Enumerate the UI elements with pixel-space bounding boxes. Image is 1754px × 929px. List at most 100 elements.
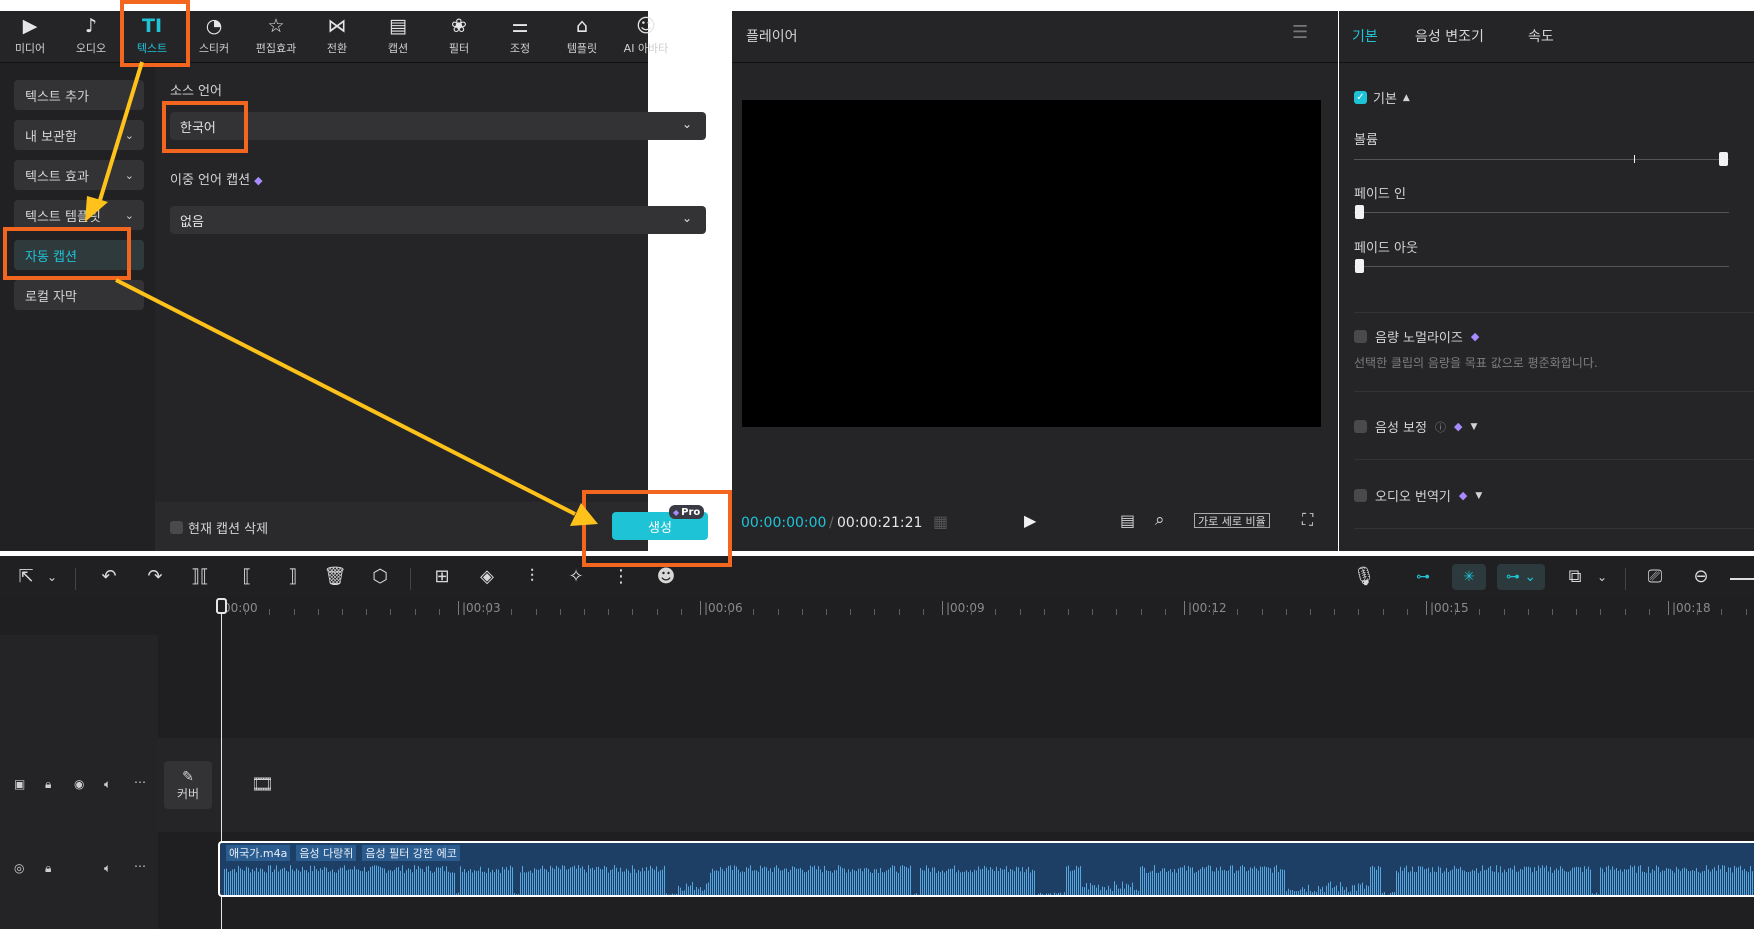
toolbar-template-button[interactable]: ⌂ 템플릿 [552, 16, 612, 56]
split-left-icon[interactable]: ⟦ [235, 566, 259, 587]
ruler-tick [390, 609, 392, 615]
ruler-tick [1382, 609, 1384, 615]
sidebar-item[interactable]: 텍스트 템플릿 ⌄ [14, 200, 144, 230]
template-icon: ⌂ [575, 15, 589, 37]
fade-out-slider-knob[interactable] [1355, 259, 1364, 273]
auto-snap-button[interactable]: ✳ [1452, 564, 1486, 590]
split-icon[interactable]: ⟧⟦ [188, 566, 212, 587]
toolbar-filter-button[interactable]: ❀ 필터 [429, 16, 489, 56]
waveform-bar [1622, 871, 1623, 895]
cover-button[interactable]: ✎ 커버 [164, 761, 212, 809]
play-icon[interactable]: ▶ [1024, 511, 1036, 530]
fullscreen-icon[interactable]: ⛶ [1302, 510, 1313, 530]
grid-icon[interactable]: ▦ [933, 512, 948, 531]
zoom-out-icon[interactable]: ⊖ [1689, 566, 1713, 587]
waveform-bar [1578, 867, 1579, 895]
waveform-bar [1254, 866, 1255, 895]
smart-cut-icon[interactable]: ◈ [475, 566, 499, 587]
chevron-down-icon[interactable]: ⌄ [40, 570, 64, 584]
delete-icon[interactable]: 🗑 [323, 566, 347, 587]
more-icon[interactable]: ⋯ [134, 775, 146, 789]
waveform-bar [872, 872, 873, 895]
delete-caption-option[interactable]: 현재 캡션 삭제 [170, 518, 268, 537]
toolbar-caption-button[interactable]: ▤ 캡션 [368, 16, 428, 56]
magic-tool-icon[interactable]: ✧ [564, 566, 588, 587]
fade-in-slider-knob[interactable] [1355, 205, 1364, 219]
lock-icon[interactable]: 🔒︎ [45, 777, 51, 792]
speaker-icon[interactable]: 🔈︎ [104, 861, 111, 876]
audio-split-icon[interactable]: ⋮ [609, 566, 633, 587]
waveform-bar [1636, 872, 1637, 895]
help-icon[interactable]: ⓘ [1435, 419, 1446, 435]
sidebar-item[interactable]: 텍스트 추가 [14, 80, 144, 110]
waveform-bar [314, 865, 315, 895]
checkbox[interactable] [1354, 330, 1367, 343]
auto-caption-icon[interactable]: ⊞ [430, 566, 454, 587]
source-language-select[interactable]: 한국어 ⌄ [170, 112, 706, 140]
sidebar-item[interactable]: 로컬 자막 [14, 280, 144, 310]
checkbox[interactable] [170, 521, 183, 534]
waveform-bar [500, 872, 501, 895]
waveform-bar [758, 871, 759, 895]
toolbar-ai-avatar-button[interactable]: ☺ AI 아바타 [616, 16, 676, 56]
volume-slider-knob[interactable] [1719, 152, 1728, 166]
subtitle-icon[interactable]: ▤ [1120, 511, 1135, 530]
split-right-icon[interactable]: ⟧ [281, 566, 305, 587]
basic-section-toggle[interactable]: ✓ 기본 ▲ [1354, 88, 1410, 107]
checkbox[interactable] [1354, 489, 1367, 502]
equalizer-icon[interactable]: ⫶ [520, 566, 544, 587]
waveform-bar [1044, 894, 1045, 895]
caret-down-icon[interactable]: ▼ [1475, 491, 1482, 501]
waveform-bar [1058, 892, 1059, 895]
zoom-icon[interactable]: ⌕ [1155, 510, 1165, 530]
caret-down-icon[interactable]: ▼ [1470, 422, 1477, 432]
avatar-caption-icon[interactable]: ☻ [654, 566, 678, 587]
lock-icon[interactable]: 🔒︎ [45, 861, 51, 876]
tab[interactable]: 속도 [1528, 26, 1554, 46]
chevron-down-icon[interactable]: ⌄ [1590, 570, 1614, 584]
normalize-option[interactable]: 음량 노멀라이즈 ◆ [1354, 327, 1479, 346]
waveform-bar [1012, 869, 1013, 895]
waveform-bar [1138, 890, 1139, 895]
caption-preview-icon[interactable]: ⎚ [1643, 566, 1667, 587]
audio-clip[interactable]: 애국가.m4a 음성 다랑쥐 음성 필터 강한 에코 [218, 841, 1754, 897]
bilingual-caption-select[interactable]: 없음 ⌄ [170, 206, 706, 234]
zoom-slider[interactable] [1730, 578, 1754, 580]
tab[interactable]: 기본 [1352, 26, 1378, 46]
marker-icon[interactable]: ⬡ [368, 566, 392, 587]
sidebar-item[interactable]: 내 보관함 ⌄ [14, 120, 144, 150]
select-cursor-icon[interactable]: ⇱ [14, 566, 38, 587]
aspect-ratio-button[interactable]: 가로 세로 비율 [1194, 513, 1270, 528]
voice-enhance-option[interactable]: 음성 보정 ⓘ ◆ ▼ [1354, 417, 1477, 436]
more-icon[interactable]: ⋯ [134, 859, 146, 873]
toolbar-sticker-button[interactable]: ◔ 스티커 [184, 16, 244, 56]
toolbar-audio-button[interactable]: ♪ 오디오 [61, 16, 121, 56]
undo-icon[interactable]: ↶ [97, 566, 121, 587]
microphone-icon[interactable]: 🎙 [1352, 566, 1376, 587]
menu-icon[interactable]: ☰ [1292, 22, 1308, 43]
waveform-bar [262, 869, 263, 895]
toolbar-effects-button[interactable]: ☆ 편집효과 [246, 16, 306, 56]
waveform-bar [468, 870, 469, 895]
split-view-icon[interactable]: ⧉ [1563, 566, 1587, 587]
preview-link-button[interactable]: ⊶ ⌄ [1497, 564, 1545, 590]
speaker-icon[interactable]: 🔈︎ [104, 777, 111, 792]
waveform-bar [632, 865, 633, 895]
eye-icon[interactable]: ◉ [74, 777, 84, 791]
waveform-bar [986, 867, 987, 895]
toolbar-media-button[interactable]: ▶ 미디어 [0, 16, 60, 56]
link-toggle-button[interactable]: ⊶ [1406, 564, 1440, 590]
tab[interactable]: 음성 변조기 [1415, 26, 1484, 46]
audio-translator-option[interactable]: 오디오 번역기 ◆ ▼ [1354, 486, 1482, 505]
waveform-bar [1680, 871, 1681, 895]
playhead-handle[interactable] [216, 598, 227, 614]
checkbox[interactable] [1354, 420, 1367, 433]
waveform-bar [760, 865, 761, 895]
checkbox-checked-icon[interactable]: ✓ [1354, 91, 1367, 104]
toolbar-transition-button[interactable]: ⋈ 전환 [307, 16, 367, 56]
waveform-bar [594, 869, 595, 895]
redo-icon[interactable]: ↷ [143, 566, 167, 587]
waveform-bar [1718, 865, 1719, 895]
sidebar-item[interactable]: 텍스트 효과 ⌄ [14, 160, 144, 190]
toolbar-adjust-button[interactable]: ⚌ 조정 [490, 16, 550, 56]
